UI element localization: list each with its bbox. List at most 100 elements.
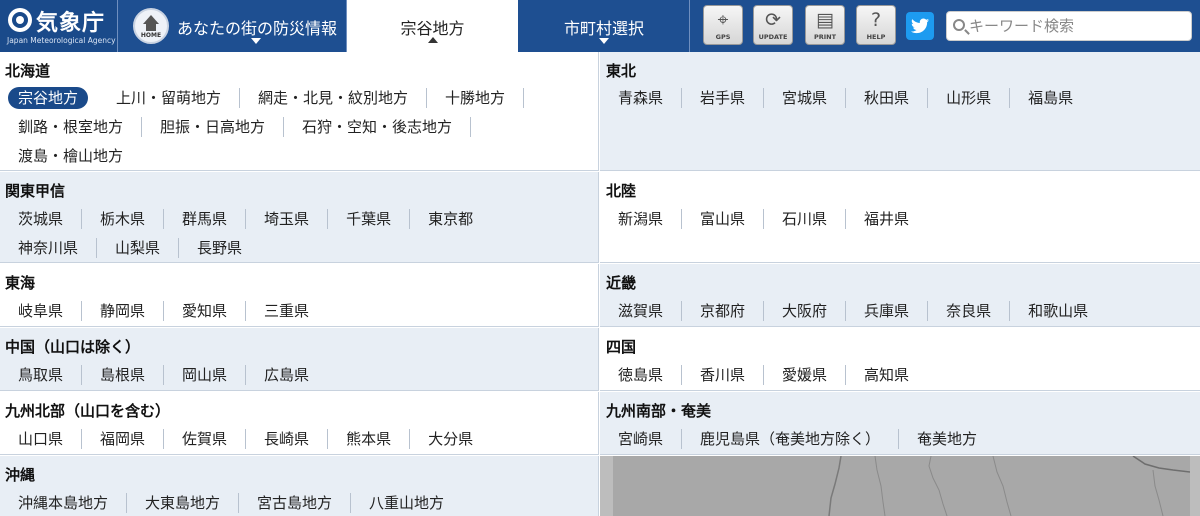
region-title: 関東甲信 — [5, 182, 66, 200]
prefecture-link[interactable]: 奈良県 — [928, 301, 1011, 321]
twitter-button[interactable] — [906, 12, 934, 40]
logo-text: 気象庁 — [36, 11, 106, 36]
prefecture-link[interactable]: 和歌山県 — [1010, 301, 1106, 321]
chevron-down-icon — [599, 38, 609, 44]
region-hokkaido: 北海道 宗谷地方 上川・留萌地方 網走・北見・紋別地方 十勝地方 釧路・根室地方… — [0, 52, 599, 171]
region-kyushu-south: 九州南部・奄美 宮崎県 鹿児島県（奄美地方除く） 奄美地方 — [600, 392, 1200, 455]
prefecture-link[interactable]: 青森県 — [600, 88, 683, 108]
area-link[interactable]: 十勝地方 — [427, 88, 525, 108]
prefecture-link[interactable]: 石川県 — [764, 209, 847, 229]
prefecture-link[interactable]: 大阪府 — [764, 301, 847, 321]
gps-icon: ⌖ — [717, 9, 729, 31]
chevron-up-icon — [428, 37, 438, 43]
chevron-down-icon — [251, 38, 261, 44]
help-label: HELP — [866, 33, 886, 41]
prefecture-link[interactable]: 京都府 — [682, 301, 765, 321]
prefecture-link[interactable]: 岩手県 — [682, 88, 765, 108]
prefecture-link[interactable]: 新潟県 — [600, 209, 683, 229]
prefecture-link[interactable]: 山口県 — [0, 429, 83, 449]
print-label: PRINT — [813, 33, 837, 41]
area-link[interactable]: 網走・北見・紋別地方 — [240, 88, 428, 108]
prefecture-link[interactable]: 秋田県 — [846, 88, 929, 108]
prefecture-link[interactable]: 愛知県 — [164, 301, 247, 321]
tab-city-select[interactable]: 市町村選択 — [518, 0, 690, 52]
prefecture-link[interactable]: 島根県 — [82, 365, 165, 385]
prefecture-link[interactable]: 静岡県 — [82, 301, 165, 321]
prefecture-link[interactable]: 長崎県 — [246, 429, 329, 449]
home-icon: HOME — [133, 8, 169, 44]
prefecture-link[interactable]: 鹿児島県（奄美地方除く） — [682, 429, 900, 449]
logo-subtitle: Japan Meteorological Agency — [7, 36, 116, 45]
home-label: あなたの街の防災情報 — [177, 19, 338, 38]
prefecture-link[interactable]: 群馬県 — [164, 209, 247, 229]
gps-label: GPS — [715, 33, 731, 41]
region-kanto: 関東甲信 茨城県 栃木県 群馬県 埼玉県 千葉県 東京都 神奈川県 山梨県 長野… — [0, 172, 599, 263]
prefecture-link[interactable]: 滋賀県 — [600, 301, 683, 321]
help-button[interactable]: ? HELP — [856, 5, 896, 45]
prefecture-link[interactable]: 宮崎県 — [600, 429, 683, 449]
print-button[interactable]: ▤ PRINT — [805, 5, 845, 45]
prefecture-link[interactable]: 岡山県 — [164, 365, 247, 385]
header-bar: 気象庁 Japan Meteorological Agency HOME あなた… — [0, 0, 1200, 52]
prefecture-link[interactable]: 山梨県 — [97, 238, 180, 258]
prefecture-link[interactable]: 香川県 — [682, 365, 765, 385]
prefecture-link[interactable]: 茨城県 — [0, 209, 83, 229]
prefecture-link[interactable]: 大分県 — [410, 429, 491, 449]
jma-logo-icon — [8, 8, 32, 32]
area-link[interactable]: 八重山地方 — [351, 493, 462, 513]
region-title: 四国 — [606, 338, 637, 356]
update-button[interactable]: ⟳ UPDATE — [753, 5, 793, 45]
map-preview[interactable] — [600, 456, 1200, 516]
map-outline — [828, 456, 1190, 516]
prefecture-link[interactable]: 佐賀県 — [164, 429, 247, 449]
tab-region[interactable]: 宗谷地方 — [347, 0, 518, 52]
region-kinki: 近畿 滋賀県 京都府 大阪府 兵庫県 奈良県 和歌山県 — [600, 264, 1200, 327]
prefecture-link[interactable]: 埼玉県 — [246, 209, 329, 229]
prefecture-link[interactable]: 熊本県 — [328, 429, 411, 449]
prefecture-link[interactable]: 千葉県 — [328, 209, 411, 229]
region-title: 近畿 — [606, 274, 637, 292]
prefecture-link[interactable]: 栃木県 — [82, 209, 165, 229]
update-label: UPDATE — [758, 33, 788, 41]
home-icon-label: HOME — [140, 32, 162, 39]
search-box — [946, 11, 1192, 41]
jma-logo[interactable]: 気象庁 Japan Meteorological Agency — [0, 0, 118, 52]
search-input[interactable] — [969, 15, 1187, 37]
prefecture-link[interactable]: 広島県 — [246, 365, 327, 385]
gps-button[interactable]: ⌖ GPS — [703, 5, 743, 45]
area-link[interactable]: 上川・留萌地方 — [98, 88, 241, 108]
region-title: 東北 — [606, 62, 637, 80]
prefecture-link[interactable]: 鳥取県 — [0, 365, 83, 385]
region-shikoku: 四国 徳島県 香川県 愛媛県 高知県 — [600, 328, 1200, 391]
home-button[interactable]: HOME あなたの街の防災情報 — [119, 0, 347, 52]
area-link[interactable]: 釧路・根室地方 — [0, 117, 143, 137]
prefecture-link[interactable]: 福井県 — [846, 209, 927, 229]
prefecture-link[interactable]: 兵庫県 — [846, 301, 929, 321]
prefecture-link[interactable]: 山形県 — [928, 88, 1011, 108]
twitter-icon — [911, 18, 929, 34]
prefecture-link[interactable]: 徳島県 — [600, 365, 683, 385]
prefecture-link[interactable]: 愛媛県 — [764, 365, 847, 385]
area-link[interactable]: 胆振・日高地方 — [142, 117, 285, 137]
prefecture-link[interactable]: 富山県 — [682, 209, 765, 229]
prefecture-link[interactable]: 岐阜県 — [0, 301, 83, 321]
prefecture-link[interactable]: 東京都 — [410, 209, 491, 229]
area-link[interactable]: 石狩・空知・後志地方 — [284, 117, 472, 137]
prefecture-link[interactable]: 長野県 — [179, 238, 260, 258]
prefecture-link[interactable]: 高知県 — [846, 365, 927, 385]
area-link-selected[interactable]: 宗谷地方 — [8, 87, 89, 109]
area-link[interactable]: 渡島・檜山地方 — [0, 146, 141, 166]
region-title: 北陸 — [606, 182, 637, 200]
prefecture-link[interactable]: 宮城県 — [764, 88, 847, 108]
prefecture-link[interactable]: 福岡県 — [82, 429, 165, 449]
region-hokuriku: 北陸 新潟県 富山県 石川県 福井県 — [600, 172, 1200, 263]
area-link[interactable]: 沖縄本島地方 — [0, 493, 128, 513]
region-title: 九州南部・奄美 — [606, 402, 712, 420]
prefecture-link[interactable]: 三重県 — [246, 301, 327, 321]
area-link[interactable]: 大東島地方 — [127, 493, 240, 513]
prefecture-link[interactable]: 神奈川県 — [0, 238, 98, 258]
prefecture-link[interactable]: 福島県 — [1010, 88, 1091, 108]
area-link[interactable]: 宮古島地方 — [239, 493, 352, 513]
region-tohoku: 東北 青森県 岩手県 宮城県 秋田県 山形県 福島県 — [600, 52, 1200, 171]
prefecture-link[interactable]: 奄美地方 — [899, 429, 995, 449]
